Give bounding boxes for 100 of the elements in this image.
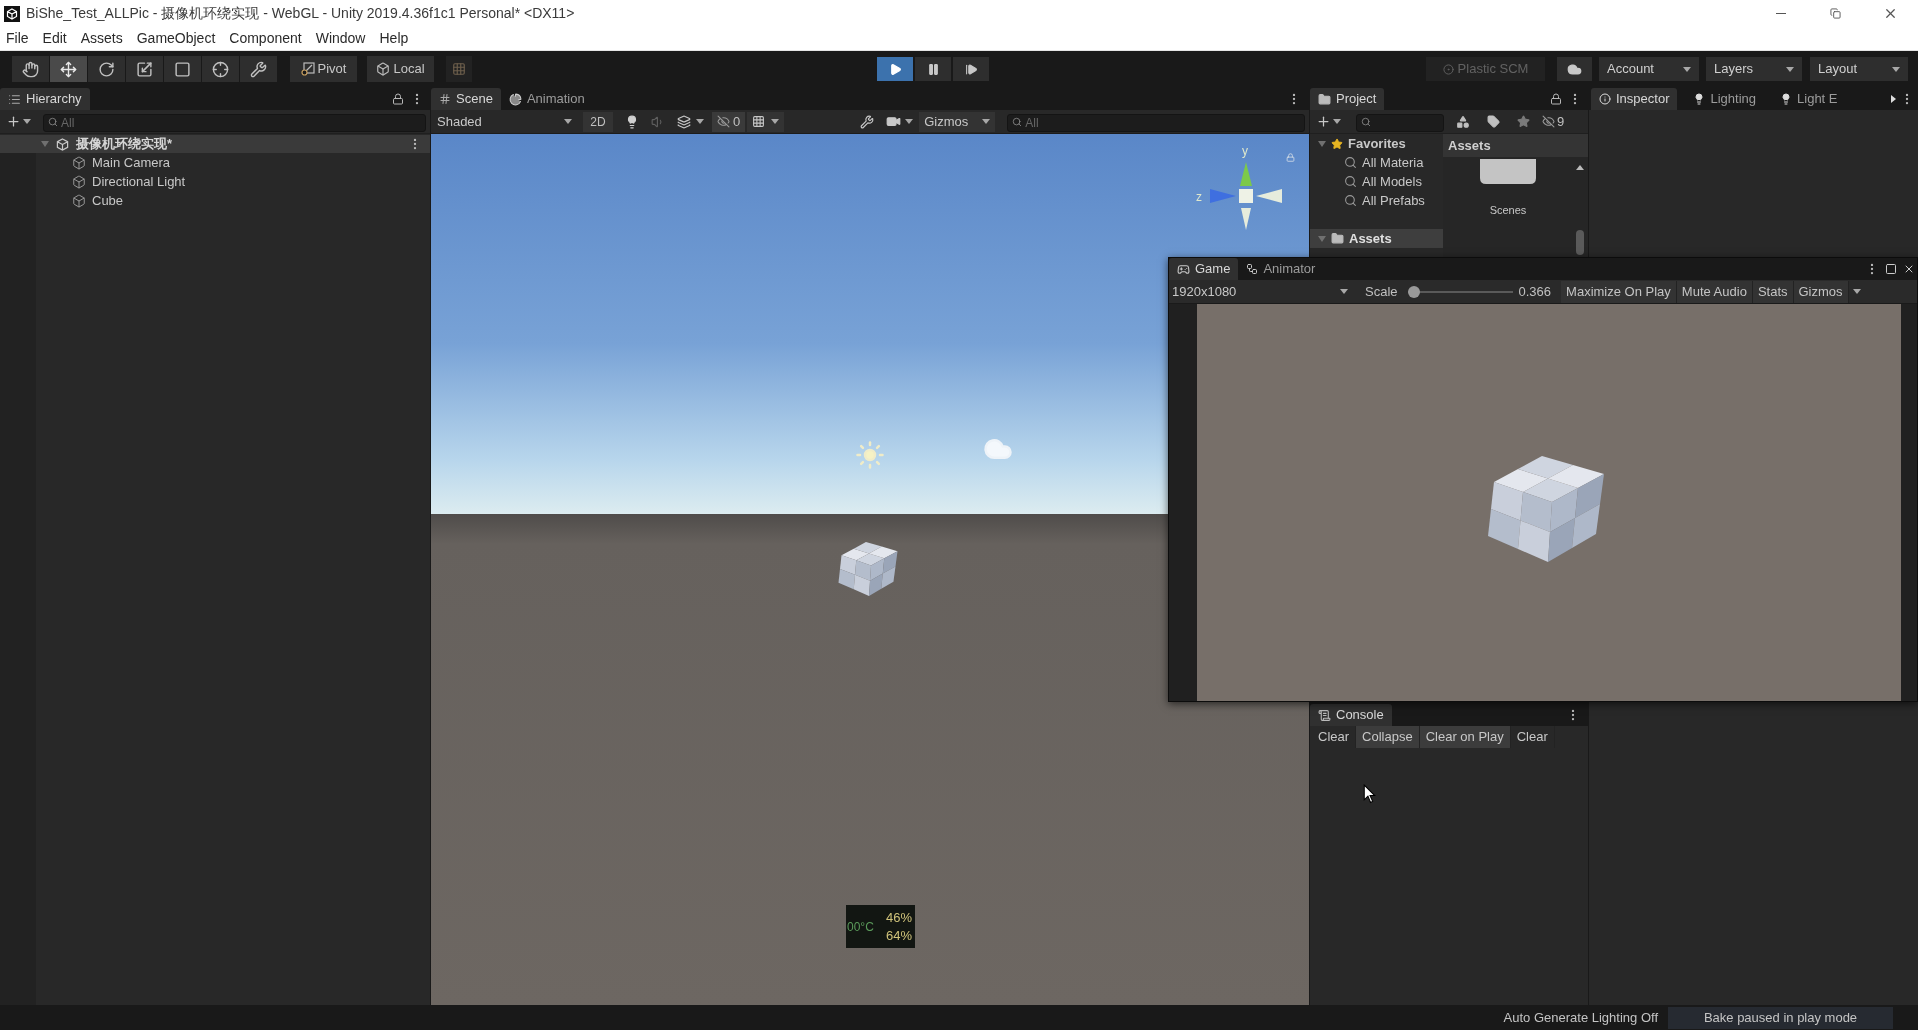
menu-item[interactable]: Component [229,28,302,49]
node-graph-icon [1246,263,1259,275]
mouse-cursor-icon [1363,784,1376,804]
cube-outline-icon [56,137,69,151]
scale-value: 0.366 [1518,282,1552,301]
panel-tab[interactable]: Scene [431,88,501,110]
search-icon [1344,175,1357,188]
tree-item[interactable]: All Prefabs [1310,191,1443,210]
panel-tab[interactable]: Lighting [1685,88,1765,110]
asset-label[interactable]: Scenes [1489,202,1527,219]
tree-item[interactable]: Assets [1310,229,1443,248]
gizmos-dropdown[interactable]: Gizmos [919,111,996,132]
console-toolbar-button[interactable]: Collapse [1356,726,1420,748]
toolbar-dropdown[interactable]: Layers [1706,57,1802,81]
2d-mode-button[interactable]: 2D [583,111,613,132]
lock-icon[interactable] [392,92,404,105]
rotate-icon [98,60,115,78]
hand-icon [22,60,39,78]
panel-tab[interactable]: Console [1310,704,1392,726]
axis-label: z [1196,189,1202,206]
scale-slider[interactable] [1407,285,1513,298]
toolbar-button[interactable]: Gizmos [1793,280,1849,303]
tree-item[interactable]: Favorites [1310,134,1443,153]
search-field[interactable] [1356,113,1444,132]
tree-item[interactable]: All Materia [1310,153,1443,172]
menu-item[interactable]: GameObject [136,28,216,49]
panel-tab[interactable]: Project [1310,88,1385,110]
hierarchy-item[interactable]: Cube [72,191,124,210]
grid-icon [752,115,766,128]
local-space-button[interactable]: Local [367,56,434,82]
grid-header: Assets [1443,134,1588,157]
panel-tab[interactable]: Hierarchy [0,88,90,110]
menu-item[interactable]: Assets [80,28,123,49]
pause-button[interactable] [915,57,951,81]
menu-item[interactable]: Edit [42,28,67,49]
toolbar-button[interactable]: Maximize On Play [1561,280,1677,303]
caret-icon [1852,289,1861,294]
cloud-button[interactable] [1557,57,1592,81]
lightbulb-icon[interactable] [625,114,639,129]
scale-tool-button[interactable] [126,56,164,82]
right-arrow-icon[interactable] [1891,94,1896,103]
search-field[interactable]: All [1007,113,1305,132]
caret-icon [1892,66,1900,72]
resolution-dropdown[interactable]: 1920x1080 [1169,280,1356,303]
scroll-up-icon[interactable] [1576,165,1584,170]
grid-icon [452,62,466,76]
hidden-packages-button[interactable]: 9 [1542,111,1565,132]
scroll-thumb[interactable] [1576,230,1584,255]
transform-tool-button[interactable] [202,56,240,82]
panel-tab[interactable]: Animator [1238,258,1324,280]
panel-tab[interactable]: Game [1169,258,1239,280]
hierarchy-item[interactable]: Main Camera [72,153,171,172]
rotate-tool-button[interactable] [88,56,126,82]
shading-mode-dropdown[interactable]: Shaded [433,111,576,132]
hidden-objects-button[interactable]: 0 [712,111,746,132]
circle-dot-icon [1442,63,1454,75]
menu-item[interactable]: File [6,28,29,49]
panel-tab[interactable]: Inspector [1591,88,1678,110]
toolbar-button[interactable]: Stats [1752,280,1794,303]
camera-icon[interactable] [886,114,902,129]
toolbar-dropdown[interactable]: Layout [1810,57,1908,81]
scene-tree-item[interactable]: 摄像机环绕实现* [0,135,430,153]
plus-icon [6,114,21,129]
toolbar-button[interactable]: Mute Audio [1676,280,1753,303]
hash-icon [439,93,451,105]
status-text: Auto Generate Lighting Off [1503,1008,1658,1027]
panel-tab[interactable]: Light E [1772,88,1846,110]
hand-tool-button[interactable] [12,56,50,82]
expanded-arrow-icon[interactable] [1318,139,1326,148]
lightbulb-icon [1693,93,1706,105]
scale-label: Scale [1365,282,1398,301]
custom-tool-button[interactable] [240,56,278,82]
rect-tool-button[interactable] [164,56,202,82]
restore-icon [1830,8,1841,19]
play-button[interactable] [877,57,913,81]
console-toolbar-button[interactable]: Clear on Play [1419,726,1511,748]
maximize-icon[interactable] [1885,263,1897,275]
lock-icon[interactable] [1550,92,1562,105]
usage-reading: 64% [885,926,912,945]
caret-icon [1786,66,1794,72]
shapes-icon[interactable] [1456,114,1470,129]
panel-tab[interactable]: Animation [500,88,593,110]
slider-thumb[interactable] [1407,285,1420,298]
pivot-button[interactable]: Pivot [290,56,357,82]
layers-icon[interactable] [677,114,691,129]
search-field[interactable]: All [43,113,426,132]
hierarchy-item[interactable]: Directional Light [72,172,186,191]
tree-item[interactable]: All Models [1310,172,1443,191]
star-icon[interactable] [1517,115,1530,128]
move-tool-button[interactable] [50,56,88,82]
add-button[interactable] [1316,114,1341,129]
menu-item[interactable]: Window [315,28,366,49]
grid-toggle-button[interactable] [747,111,785,132]
wrench-icon[interactable] [860,114,875,129]
step-button[interactable] [953,57,989,81]
tag-icon[interactable] [1487,115,1500,128]
toolbar-dropdown[interactable]: Account [1599,57,1699,81]
menu-item[interactable]: Help [379,28,409,49]
eye-off-icon [1542,115,1555,128]
close-icon[interactable] [1903,263,1915,275]
